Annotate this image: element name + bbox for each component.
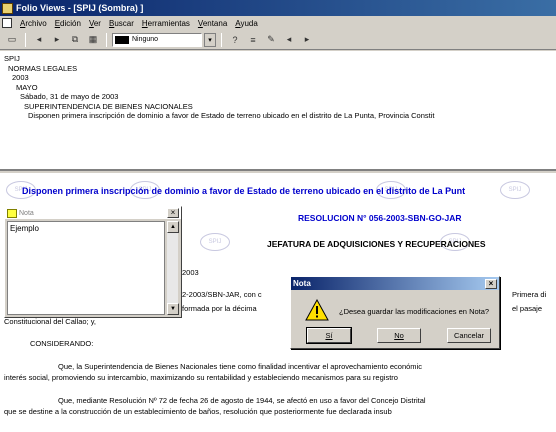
note-title: Nota	[19, 209, 34, 217]
note-icon	[7, 208, 17, 218]
menu-buscar[interactable]: Buscar	[109, 19, 134, 28]
note-textarea[interactable]: Ejemplo	[7, 221, 165, 315]
contents-pane[interactable]: SPIJ NORMAS LEGALES 2003 MAYO Sábado, 31…	[0, 51, 556, 171]
tree-item[interactable]: 2003	[4, 73, 552, 83]
dialog-titlebar[interactable]: Nota ×	[291, 277, 499, 290]
scroll-up-icon[interactable]: ▲	[167, 221, 179, 233]
tree-item-selected[interactable]: Disponen primera inscripción de dominio …	[4, 111, 552, 121]
cancel-button[interactable]: Cancelar	[447, 328, 491, 343]
menu-herramientas[interactable]: Herramientas	[142, 19, 190, 28]
document-headline: Disponen primera inscripción de dominio …	[22, 186, 466, 196]
tree-item[interactable]: Sábado, 31 de mayo de 2003	[4, 92, 552, 102]
resolution-number: RESOLUCION N° 056-2003-SBN-GO-JAR	[298, 213, 462, 223]
next-hit-icon[interactable]: ▸	[299, 33, 315, 47]
toolbar-separator	[221, 32, 222, 47]
reference-fragment: 2-2003/SBN-JAR, con c	[182, 290, 262, 299]
toolbar-separator	[25, 32, 26, 47]
pen-icon[interactable]: ✎	[263, 33, 279, 47]
paragraph-line: interés social, promoviendo su intercamb…	[4, 373, 398, 382]
menu-ver[interactable]: Ver	[89, 19, 101, 28]
menu-ayuda[interactable]: Ayuda	[235, 19, 258, 28]
note-scrollbar[interactable]: ▲ ▼	[166, 221, 179, 315]
menu-archivo[interactable]: Archivo	[20, 19, 47, 28]
callao-line: Constitucional del Callao; y,	[4, 317, 96, 326]
layout-icon[interactable]: ▦	[85, 33, 101, 47]
dialog-title: Nota	[293, 279, 311, 288]
prev-hit-icon[interactable]: ◂	[281, 33, 297, 47]
paragraph-line: Que, la Superintendencia de Bienes Nacio…	[58, 362, 422, 371]
toolbar: ▭ ◂ ▸ ⧉ ▦ Ninguno ▾ ? ≡ ✎ ◂ ▸	[0, 30, 556, 50]
document-window-icon[interactable]	[2, 18, 12, 28]
watermark-seal: SPIJ	[500, 181, 530, 199]
app-icon	[2, 2, 13, 14]
toolbar-separator	[106, 32, 107, 47]
date-fragment: 2003	[182, 268, 199, 277]
note-titlebar[interactable]: Nota ×	[5, 207, 181, 219]
back-icon[interactable]: ◂	[31, 33, 47, 47]
highlighter-select[interactable]: Ninguno	[112, 32, 202, 47]
yes-button[interactable]: Sí	[306, 327, 352, 344]
tree-item[interactable]: SUPERINTENDENCIA DE BIENES NACIONALES	[4, 102, 552, 112]
close-icon[interactable]: ×	[485, 278, 497, 289]
window-title: Folio Views - [SPIJ (Sombra) ]	[16, 3, 144, 13]
tree-item[interactable]: MAYO	[4, 83, 552, 93]
warning-icon	[305, 299, 329, 321]
print-icon[interactable]: ▭	[4, 33, 20, 47]
no-button-label: No	[394, 331, 404, 340]
close-icon[interactable]: ×	[167, 208, 179, 218]
tree-item[interactable]: SPIJ	[4, 54, 552, 64]
scroll-down-icon[interactable]: ▼	[167, 303, 179, 315]
menu-edicion[interactable]: Edición	[55, 19, 81, 28]
issuing-office: JEFATURA DE ADQUISICIONES Y RECUPERACION…	[267, 239, 486, 249]
menubar: Archivo Edición Ver Buscar Herramientas …	[0, 16, 556, 30]
menu-ventana[interactable]: Ventana	[198, 19, 227, 28]
cancel-button-label: Cancelar	[453, 331, 484, 340]
considerando-heading: CONSIDERANDO:	[30, 339, 94, 348]
formed-fragment-right: el pasaje	[512, 304, 543, 313]
save-note-dialog[interactable]: Nota × ¿Desea guardar las modificaciones…	[290, 276, 500, 349]
tree-item[interactable]: NORMAS LEGALES	[4, 64, 552, 74]
chevron-down-icon[interactable]: ▾	[204, 32, 216, 47]
formed-fragment: formada por la décima	[182, 304, 257, 313]
highlighter-swatch	[115, 35, 129, 44]
note-content: Ejemplo	[10, 224, 39, 233]
yes-button-label: Sí	[325, 331, 333, 340]
copy-icon[interactable]: ⧉	[67, 33, 83, 47]
no-button[interactable]: No	[377, 328, 421, 343]
reference-fragment-right: Primera di	[512, 290, 547, 299]
watermark-seal: SPIJ	[200, 233, 230, 251]
paragraph-line: Que, mediante Resolución Nº 72 de fecha …	[58, 396, 426, 405]
forward-icon[interactable]: ▸	[49, 33, 65, 47]
paragraph-line: que se destine a la construcción de un e…	[4, 407, 392, 416]
window-titlebar[interactable]: Folio Views - [SPIJ (Sombra) ]	[0, 0, 556, 16]
note-window[interactable]: Nota × Ejemplo ▲ ▼	[4, 206, 182, 318]
query-icon[interactable]: ?	[227, 33, 243, 47]
highlighter-value: Ninguno	[132, 36, 159, 43]
dialog-message: ¿Desea guardar las modificaciones en Not…	[339, 307, 490, 316]
list-icon[interactable]: ≡	[245, 33, 261, 47]
